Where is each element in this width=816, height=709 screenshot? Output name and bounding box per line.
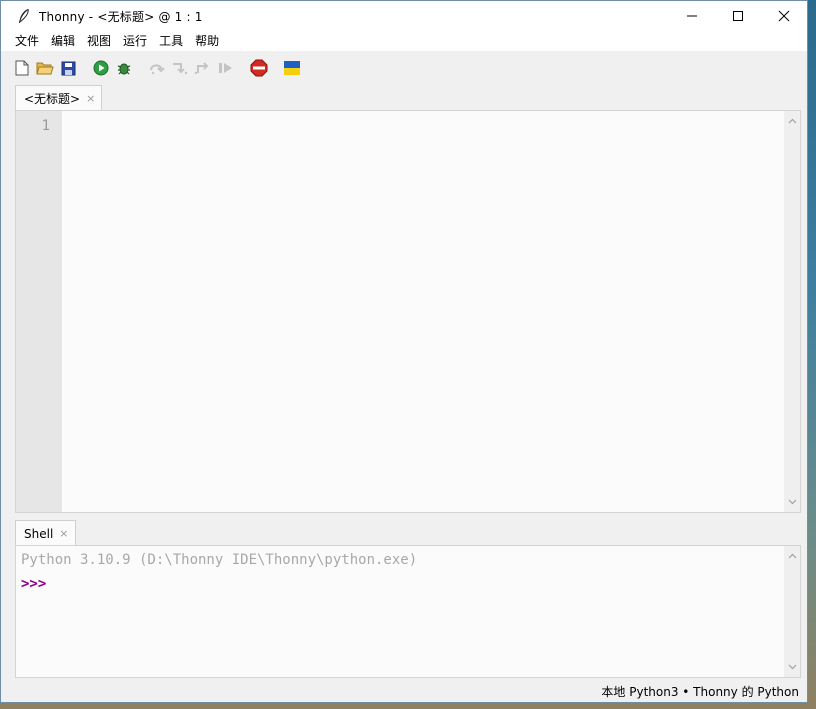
menu-view[interactable]: 视图 (81, 31, 117, 51)
scroll-down-arrow[interactable] (784, 659, 800, 675)
status-bar: 本地 Python3 • Thonny 的 Python (1, 681, 807, 701)
step-into-button[interactable] (169, 57, 191, 79)
menu-run[interactable]: 运行 (117, 31, 153, 51)
resume-icon (219, 63, 232, 73)
menu-bar: 文件 编辑 视图 运行 工具 帮助 (1, 31, 807, 51)
step-over-button[interactable] (146, 57, 168, 79)
title-bar: Thonny - <无标题> @ 1 : 1 (1, 1, 807, 31)
close-icon (778, 10, 790, 22)
step-over-icon (150, 64, 165, 75)
shell-banner: Python 3.10.9 (D:\Thonny IDE\Thonny\pyth… (21, 552, 418, 568)
run-button[interactable] (90, 57, 112, 79)
save-file-button[interactable] (57, 57, 79, 79)
editor-tabstrip: <无标题> × (15, 85, 103, 111)
stop-icon (250, 59, 268, 77)
line-number: 1 (41, 118, 50, 134)
thonny-window: Thonny - <无标题> @ 1 : 1 文件 编辑 视图 运行 工具 帮助 (0, 0, 808, 703)
tab-label: <无标题> (24, 92, 81, 106)
save-icon (61, 61, 75, 75)
shell-scrollbar[interactable] (784, 546, 800, 677)
debug-button[interactable] (113, 57, 135, 79)
folder-open-icon (36, 62, 54, 75)
chevron-down-icon (788, 499, 796, 505)
chevron-down-icon (788, 664, 796, 670)
scroll-down-arrow[interactable] (784, 494, 800, 510)
new-file-button[interactable] (11, 57, 33, 79)
close-button[interactable] (761, 1, 807, 31)
window-controls (669, 1, 807, 31)
window-title: Thonny - <无标题> @ 1 : 1 (39, 9, 203, 24)
step-out-button[interactable] (192, 57, 214, 79)
line-number-gutter: 1 (16, 111, 62, 512)
step-into-icon (173, 63, 188, 75)
editor-scrollbar[interactable] (784, 111, 800, 512)
menu-help[interactable]: 帮助 (189, 31, 225, 51)
tab-shell[interactable]: Shell × (15, 520, 76, 546)
shell-tabstrip: Shell × (15, 520, 76, 546)
tab-close-icon[interactable]: × (86, 92, 95, 105)
menu-file[interactable]: 文件 (9, 31, 45, 51)
bug-icon (117, 63, 131, 75)
minimize-icon (687, 15, 697, 17)
chevron-up-icon (788, 553, 796, 559)
tab-untitled[interactable]: <无标题> × (15, 85, 103, 111)
shell-console[interactable]: Python 3.10.9 (D:\Thonny IDE\Thonny\pyth… (15, 545, 801, 678)
code-editor[interactable]: 1 (15, 110, 801, 513)
menu-tools[interactable]: 工具 (153, 31, 189, 51)
scroll-up-arrow[interactable] (784, 113, 800, 129)
step-out-icon (194, 62, 209, 75)
chevron-up-icon (788, 118, 796, 124)
new-file-icon (15, 60, 29, 76)
shell-prompt: >>> (21, 576, 47, 592)
open-file-button[interactable] (34, 57, 56, 79)
scroll-up-arrow[interactable] (784, 548, 800, 564)
support-ukraine-button[interactable] (281, 57, 303, 79)
maximize-icon (733, 11, 743, 21)
menu-edit[interactable]: 编辑 (45, 31, 81, 51)
thonny-feather-icon (19, 8, 29, 23)
shell-tab-close-icon[interactable]: × (59, 527, 68, 540)
ukraine-flag-icon (284, 61, 300, 75)
shell-tab-label: Shell (24, 526, 54, 541)
resume-button[interactable] (215, 57, 237, 79)
run-icon (93, 60, 109, 76)
toolbar (1, 51, 807, 85)
interpreter-selector[interactable]: 本地 Python3 • Thonny 的 Python (601, 683, 799, 700)
maximize-button[interactable] (715, 1, 761, 31)
minimize-button[interactable] (669, 1, 715, 31)
stop-button[interactable] (248, 57, 270, 79)
